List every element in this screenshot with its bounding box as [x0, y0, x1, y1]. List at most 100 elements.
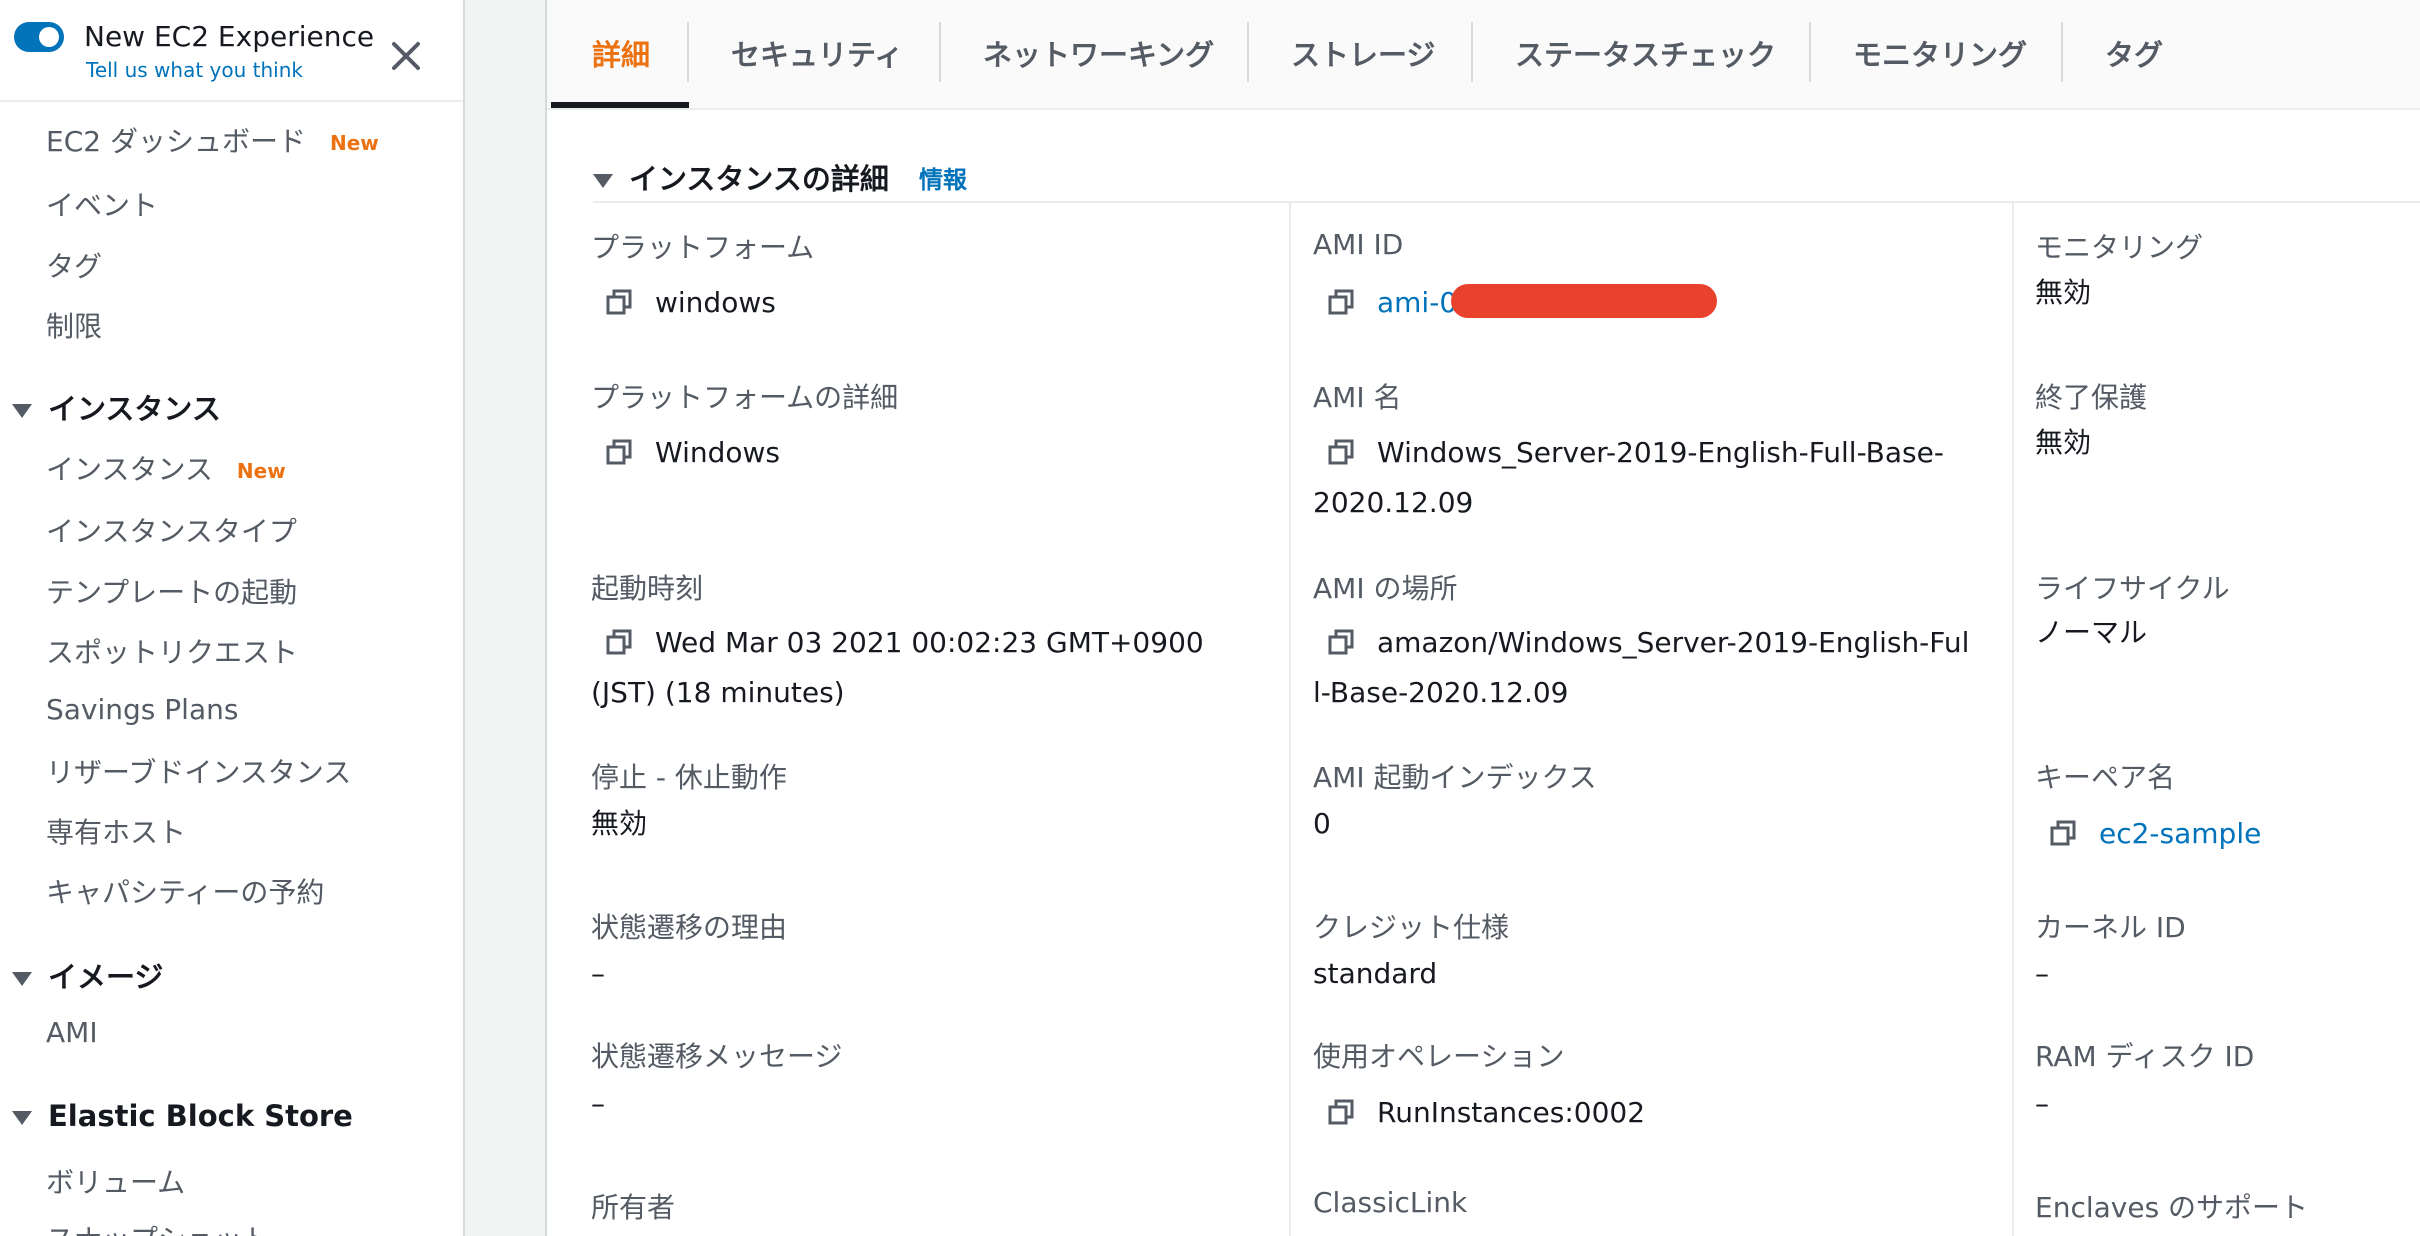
- ami-name-value: Windows_Server-2019-English-Full-Base-20…: [1313, 428, 1973, 528]
- ami-id-label: AMI ID: [1313, 228, 1404, 261]
- copy-icon[interactable]: [1327, 1092, 1355, 1125]
- state-reason-label: 状態遷移の理由: [591, 911, 788, 944]
- section-label: Elastic Block Store: [48, 1099, 353, 1133]
- column-divider: [1289, 203, 1291, 1236]
- caret-down-icon: [12, 404, 32, 418]
- column-divider: [2012, 203, 2014, 1236]
- tab-storage[interactable]: ストレージ: [1291, 32, 1435, 74]
- section-label: インスタンス: [48, 392, 221, 426]
- credit-spec-label: クレジット仕様: [1313, 911, 1510, 944]
- monitoring-label: モニタリング: [2035, 231, 2204, 264]
- active-tab-indicator: [551, 102, 689, 108]
- usage-operation-value: RunInstances:0002: [1313, 1088, 1973, 1138]
- enclaves-label: Enclaves のサポート: [2035, 1191, 2309, 1224]
- key-pair-value: ec2-sample: [2035, 809, 2261, 859]
- copy-icon[interactable]: [1327, 432, 1355, 465]
- copy-icon[interactable]: [2049, 813, 2077, 846]
- classiclink-label: ClassicLink: [1313, 1186, 1468, 1219]
- stop-hibernate-value: 無効: [591, 807, 648, 840]
- platform-details-label: プラットフォームの詳細: [591, 381, 899, 414]
- info-link[interactable]: 情報: [919, 160, 967, 195]
- sidebar-item-spot-requests[interactable]: スポットリクエスト: [46, 631, 298, 671]
- copy-icon[interactable]: [1327, 622, 1355, 655]
- new-experience-toggle[interactable]: [14, 22, 64, 52]
- new-badge: New: [236, 459, 286, 483]
- section-label: イメージ: [48, 960, 164, 994]
- tab-status-checks[interactable]: ステータスチェック: [1515, 32, 1776, 74]
- lifecycle-value: ノーマル: [2035, 616, 2148, 649]
- launch-time-text: Wed Mar 03 2021 00:02:23 GMT+0900 (JST) …: [591, 626, 1204, 709]
- owner-label: 所有者: [591, 1191, 676, 1224]
- kernel-id-value: –: [2035, 957, 2049, 990]
- copy-icon[interactable]: [605, 282, 633, 315]
- new-badge: New: [329, 131, 379, 155]
- platform-label: プラットフォーム: [591, 231, 815, 264]
- termination-protection-label: 終了保護: [2035, 381, 2148, 414]
- caret-down-icon: [12, 972, 32, 986]
- ami-launch-index-value: 0: [1313, 807, 1331, 840]
- tab-divider: [1809, 22, 1811, 82]
- state-reason-value: –: [591, 957, 605, 990]
- ram-disk-id-value: –: [2035, 1087, 2049, 1120]
- ami-launch-index-label: AMI 起動インデックス: [1313, 761, 1597, 794]
- sidebar-item-capacity-reservations[interactable]: キャパシティーの予約: [46, 871, 324, 911]
- new-experience-title: New EC2 Experience: [84, 20, 375, 53]
- key-pair-link[interactable]: ec2-sample: [2099, 817, 2261, 850]
- sidebar-item-label: インスタンス: [46, 453, 213, 486]
- monitoring-value: 無効: [2035, 276, 2092, 309]
- platform-details-value: Windows: [591, 428, 1251, 478]
- launch-time-label: 起動時刻: [591, 572, 704, 605]
- new-experience-bar: New EC2 Experience Tell us what you thin…: [0, 0, 463, 102]
- sidebar-item-limits[interactable]: 制限: [46, 305, 102, 345]
- sidebar-section-images[interactable]: イメージ: [12, 954, 163, 996]
- kernel-id-label: カーネル ID: [2035, 911, 2186, 944]
- usage-operation-text: RunInstances:0002: [1377, 1096, 1646, 1129]
- platform-text: windows: [655, 286, 776, 319]
- usage-operation-label: 使用オペレーション: [1313, 1040, 1565, 1073]
- state-message-value: –: [591, 1087, 605, 1120]
- credit-spec-value: standard: [1313, 957, 1438, 990]
- platform-details-text: Windows: [655, 436, 780, 469]
- tab-networking[interactable]: ネットワーキング: [983, 32, 1214, 74]
- sidebar-item-ami[interactable]: AMI: [46, 1016, 98, 1049]
- tab-security[interactable]: セキュリティ: [731, 32, 903, 74]
- sidebar: New EC2 Experience Tell us what you thin…: [0, 0, 465, 1236]
- instance-details-toggle[interactable]: インスタンスの詳細: [593, 156, 889, 198]
- main-content: 詳細 セキュリティ ネットワーキング ストレージ ステータスチェック モニタリン…: [545, 0, 2420, 1236]
- tab-divider: [1247, 22, 1249, 82]
- copy-icon[interactable]: [605, 432, 633, 465]
- ami-id-link[interactable]: ami-0: [1377, 286, 1457, 319]
- feedback-link[interactable]: Tell us what you think: [86, 58, 303, 82]
- lifecycle-label: ライフサイクル: [2035, 572, 2230, 605]
- toggle-knob: [39, 27, 59, 47]
- sidebar-item-dedicated-hosts[interactable]: 専有ホスト: [46, 811, 186, 851]
- tab-bar: 詳細 セキュリティ ネットワーキング ストレージ ステータスチェック モニタリン…: [547, 0, 2420, 110]
- sidebar-section-instances[interactable]: インスタンス: [12, 386, 221, 428]
- tab-details[interactable]: 詳細: [592, 32, 650, 74]
- sidebar-item-reserved-instances[interactable]: リザーブドインスタンス: [46, 751, 351, 791]
- ami-name-text: Windows_Server-2019-English-Full-Base-20…: [1313, 436, 1944, 519]
- tab-tags[interactable]: タグ: [2105, 32, 2163, 74]
- caret-down-icon: [593, 174, 613, 188]
- sidebar-item-launch-templates[interactable]: テンプレートの起動: [46, 571, 297, 611]
- tab-divider: [687, 22, 689, 82]
- sidebar-item-savings-plans[interactable]: Savings Plans: [46, 693, 238, 726]
- sidebar-item-events[interactable]: イベント: [46, 184, 158, 224]
- sidebar-item-volumes[interactable]: ボリューム: [46, 1161, 185, 1201]
- sidebar-item-instances[interactable]: インスタンス New: [46, 448, 286, 488]
- sidebar-item-label: EC2 ダッシュボード: [46, 125, 306, 158]
- sidebar-section-ebs[interactable]: Elastic Block Store: [12, 1099, 353, 1133]
- sidebar-item-dashboard[interactable]: EC2 ダッシュボード New: [46, 120, 379, 160]
- close-icon[interactable]: [386, 36, 426, 76]
- tab-monitoring[interactable]: モニタリング: [1853, 32, 2027, 74]
- key-pair-label: キーペア名: [2035, 761, 2176, 794]
- termination-protection-value: 無効: [2035, 426, 2092, 459]
- caret-down-icon: [12, 1111, 32, 1125]
- sidebar-item-tags[interactable]: タグ: [46, 245, 102, 285]
- sidebar-item-instance-types[interactable]: インスタンスタイプ: [46, 510, 297, 550]
- copy-icon[interactable]: [1327, 282, 1355, 315]
- ram-disk-id-label: RAM ディスク ID: [2035, 1040, 2255, 1073]
- sidebar-item-snapshots[interactable]: スナップショット: [46, 1218, 270, 1236]
- redaction-mark: [1451, 284, 1718, 318]
- copy-icon[interactable]: [605, 622, 633, 655]
